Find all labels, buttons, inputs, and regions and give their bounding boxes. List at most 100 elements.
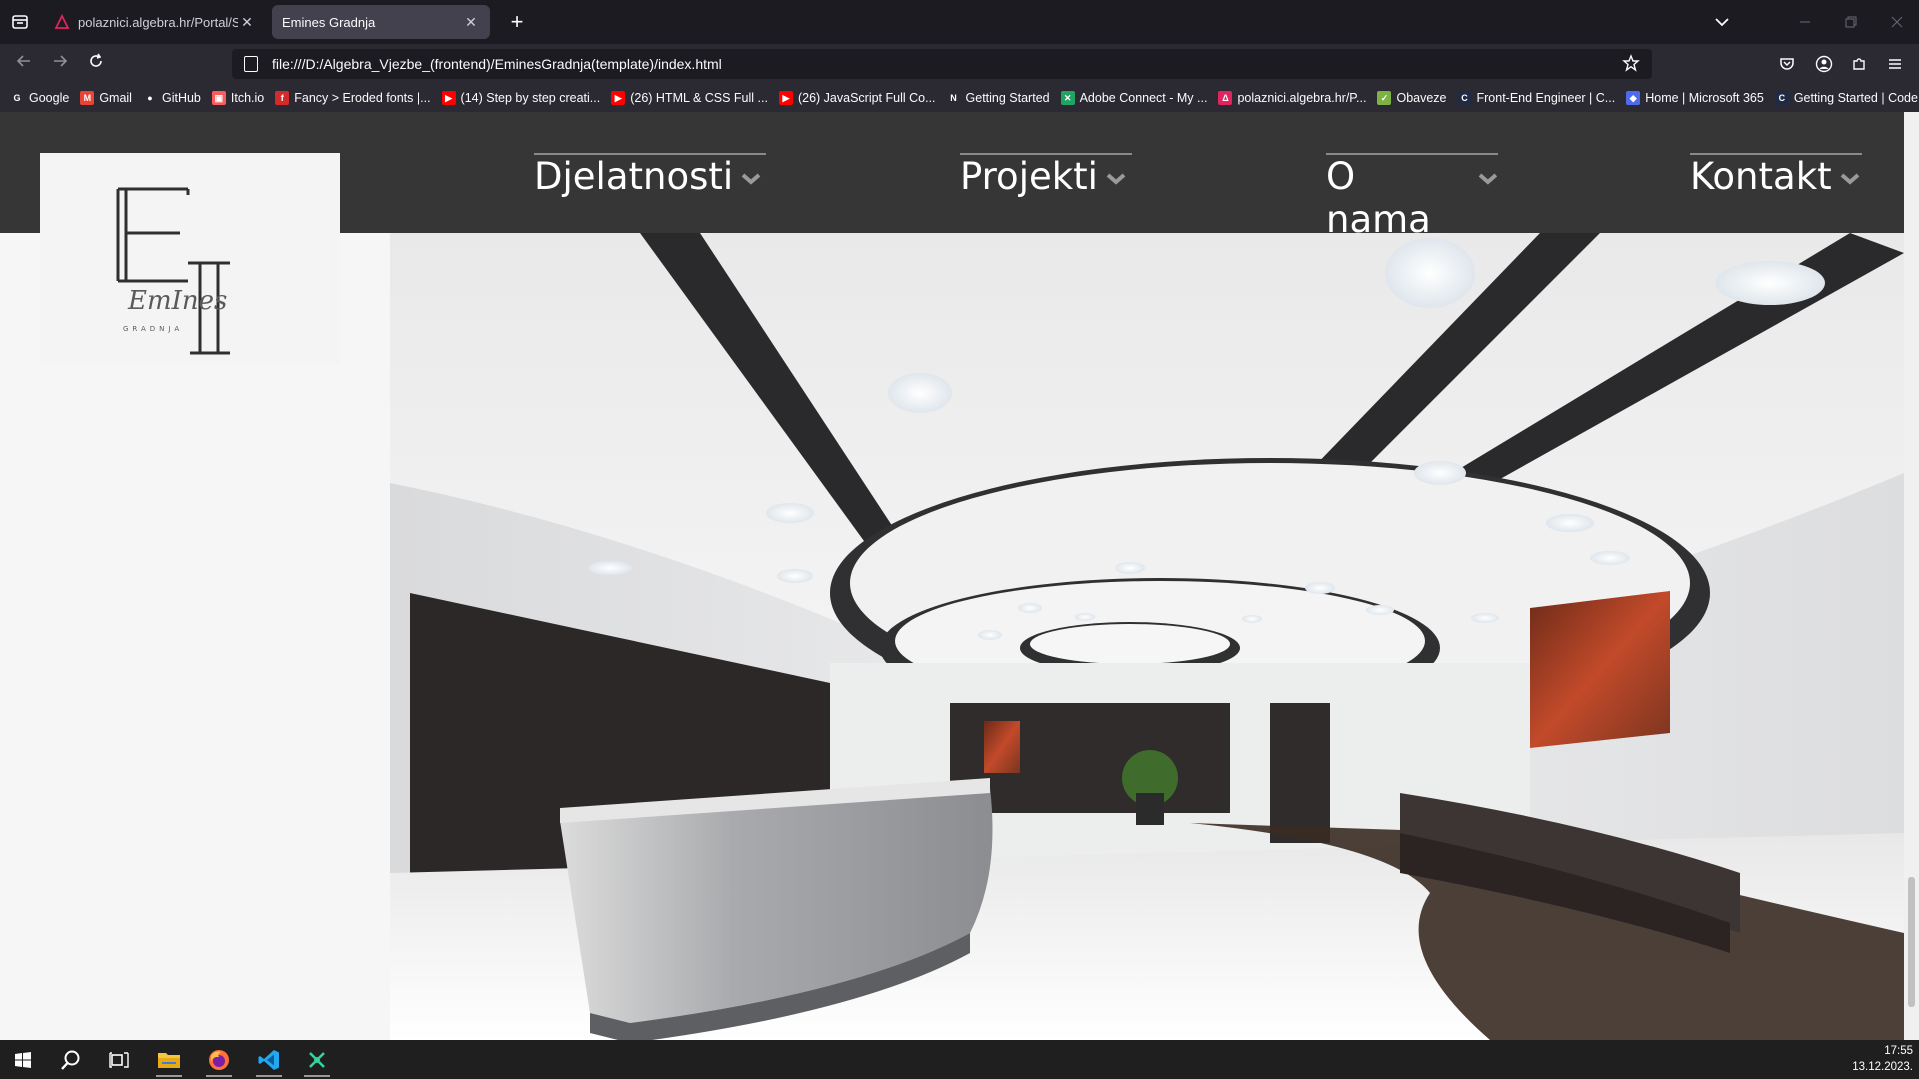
puzzle-icon xyxy=(1853,58,1865,70)
windows-taskbar: 17:55 13.12.2023. xyxy=(0,1040,1919,1079)
bookmark-item[interactable]: ✓ Obaveze xyxy=(1377,91,1447,105)
algebra-favicon-icon xyxy=(54,14,70,29)
nav-djelatnosti[interactable]: Djelatnosti xyxy=(534,153,766,199)
clock-date: 13.12.2023. xyxy=(1852,1061,1913,1073)
hero-image-lobby xyxy=(390,233,1904,1040)
bookmark-label: Home | Microsoft 365 xyxy=(1645,91,1764,105)
close-icon[interactable]: ✕ xyxy=(462,14,480,31)
site-logo[interactable]: EmInes GRADNJA xyxy=(40,153,340,363)
minimize-icon xyxy=(1800,21,1810,23)
bookmark-label: polaznici.algebra.hr/P... xyxy=(1237,91,1367,105)
task-view-icon xyxy=(109,1052,129,1068)
url-text: file:///D:/Algebra_Vjezbe_(frontend)/Emi… xyxy=(272,56,722,72)
file-explorer-button[interactable] xyxy=(150,1044,188,1077)
codecademy-icon: C xyxy=(1457,91,1472,105)
bookmark-label: Obaveze xyxy=(1396,91,1447,105)
bookmark-item[interactable]: ▶ (14) Step by step creati... xyxy=(441,91,600,105)
arrow-left-icon xyxy=(16,55,30,67)
close-window-button[interactable] xyxy=(1887,12,1907,32)
bookmark-item[interactable]: Δpolaznici.algebra.hr/P... xyxy=(1218,91,1366,105)
bookmark-item[interactable]: M Gmail xyxy=(80,91,132,105)
bookmark-label: Google xyxy=(29,91,70,105)
tab-algebra-portal[interactable]: polaznici.algebra.hr/Portal/Sec... ✕ xyxy=(44,5,266,39)
search-button[interactable] xyxy=(52,1044,90,1076)
firefox-icon xyxy=(209,1050,229,1070)
extensions-button[interactable] xyxy=(1850,55,1868,73)
tab-title: polaznici.algebra.hr/Portal/Sec... xyxy=(78,14,238,30)
bookmark-label: Itch.io xyxy=(230,91,265,105)
bookmark-label: Fancy > Eroded fonts |... xyxy=(294,91,431,105)
bookmark-item[interactable]: ▣ Itch.io xyxy=(211,91,265,105)
vscode-button[interactable] xyxy=(250,1044,288,1077)
youtube-icon: ▶ xyxy=(778,91,793,105)
notion-icon: N xyxy=(950,93,957,103)
chevron-down-icon xyxy=(741,173,761,185)
close-icon[interactable]: ✕ xyxy=(238,14,256,31)
nav-label: O nama xyxy=(1326,155,1431,241)
bookmark-item[interactable]: C Getting Started | Code... xyxy=(1774,91,1919,105)
nav-o-nama[interactable]: O nama xyxy=(1326,153,1498,241)
vscode-icon xyxy=(258,1050,279,1070)
nav-label: Kontakt xyxy=(1690,155,1832,198)
google-icon: G xyxy=(13,93,21,103)
tab-emines-gradnja[interactable]: Emines Gradnja ✕ xyxy=(272,5,490,39)
arrow-right-icon xyxy=(54,55,68,67)
start-button[interactable] xyxy=(4,1044,42,1076)
bookmark-label: Gmail xyxy=(99,91,132,105)
bookmark-item[interactable]: ● GitHub xyxy=(143,91,201,105)
bookmark-item[interactable]: C Front-End Engineer | C... xyxy=(1457,91,1615,105)
reload-button[interactable] xyxy=(82,51,110,77)
bookmark-label: GitHub xyxy=(161,91,201,105)
reload-icon xyxy=(90,53,102,67)
bookmark-star-icon[interactable] xyxy=(1622,54,1640,75)
file-explorer-icon xyxy=(158,1053,180,1068)
url-bar[interactable]: file:///D:/Algebra_Vjezbe_(frontend)/Emi… xyxy=(232,49,1652,79)
gmail-icon: M xyxy=(80,91,95,105)
browser-nav-bar: file:///D:/Algebra_Vjezbe_(frontend)/Emi… xyxy=(0,44,1919,84)
web-page: Djelatnosti Projekti O nama Kontakt EmIn… xyxy=(0,112,1904,1040)
youtube-icon: ▶ xyxy=(441,91,456,105)
bookmark-item[interactable]: ✕ Adobe Connect - My ... xyxy=(1060,91,1207,105)
menu-button[interactable] xyxy=(1886,55,1904,73)
account-button[interactable] xyxy=(1815,55,1833,73)
bookmark-item[interactable]: ▶ (26) HTML & CSS Full ... xyxy=(611,91,768,105)
task-view-button[interactable] xyxy=(100,1044,138,1076)
restore-button[interactable] xyxy=(1841,12,1861,32)
git-kraken-icon xyxy=(309,1052,325,1068)
algebra-icon: Δ xyxy=(1218,91,1233,105)
scroll-thumb[interactable] xyxy=(1908,877,1915,1007)
minimize-button[interactable] xyxy=(1795,12,1815,32)
itchio-icon: ▣ xyxy=(211,91,226,105)
hamburger-menu-icon xyxy=(1889,59,1901,69)
bookmark-item[interactable]: ◆ Home | Microsoft 365 xyxy=(1626,91,1764,105)
gitkraken-button[interactable] xyxy=(298,1044,336,1077)
bookmark-item[interactable]: N Getting Started xyxy=(947,91,1049,105)
pocket-button[interactable] xyxy=(1778,55,1796,73)
obaveze-icon: ✓ xyxy=(1377,91,1392,105)
list-all-tabs-button[interactable] xyxy=(1712,12,1732,32)
youtube-icon: ▶ xyxy=(611,91,626,105)
system-clock[interactable]: 17:55 13.12.2023. xyxy=(1852,1043,1913,1075)
new-tab-button[interactable]: + xyxy=(505,9,529,35)
restore-icon xyxy=(1845,16,1857,28)
forward-button[interactable] xyxy=(46,51,74,77)
nav-label: Djelatnosti xyxy=(534,155,734,198)
pocket-icon xyxy=(1780,58,1794,70)
bookmark-item[interactable]: G Google xyxy=(10,91,69,105)
page-scrollbar[interactable] xyxy=(1904,112,1919,1040)
back-button[interactable] xyxy=(10,51,38,77)
chevron-down-icon xyxy=(1478,173,1498,185)
dafont-icon: f xyxy=(275,91,290,105)
nav-kontakt[interactable]: Kontakt xyxy=(1690,153,1862,199)
svg-text:EmInes: EmInes xyxy=(127,286,227,316)
firefox-view-button[interactable] xyxy=(10,12,30,32)
github-icon: ● xyxy=(147,93,153,103)
bookmark-item[interactable]: f Fancy > Eroded fonts |... xyxy=(275,91,431,105)
firefox-button[interactable] xyxy=(200,1044,238,1077)
bookmarks-toolbar: G Google M Gmail ● GitHub ▣ Itch.io f Fancy > Ero… xyxy=(0,84,1919,112)
svg-text:GRADNJA: GRADNJA xyxy=(123,325,183,333)
firefox-view-icon xyxy=(12,15,28,29)
emines-gradnja-logo: EmInes GRADNJA xyxy=(116,187,230,355)
nav-projekti[interactable]: Projekti xyxy=(960,153,1132,199)
bookmark-item[interactable]: ▶ (26) JavaScript Full Co... xyxy=(778,91,936,105)
